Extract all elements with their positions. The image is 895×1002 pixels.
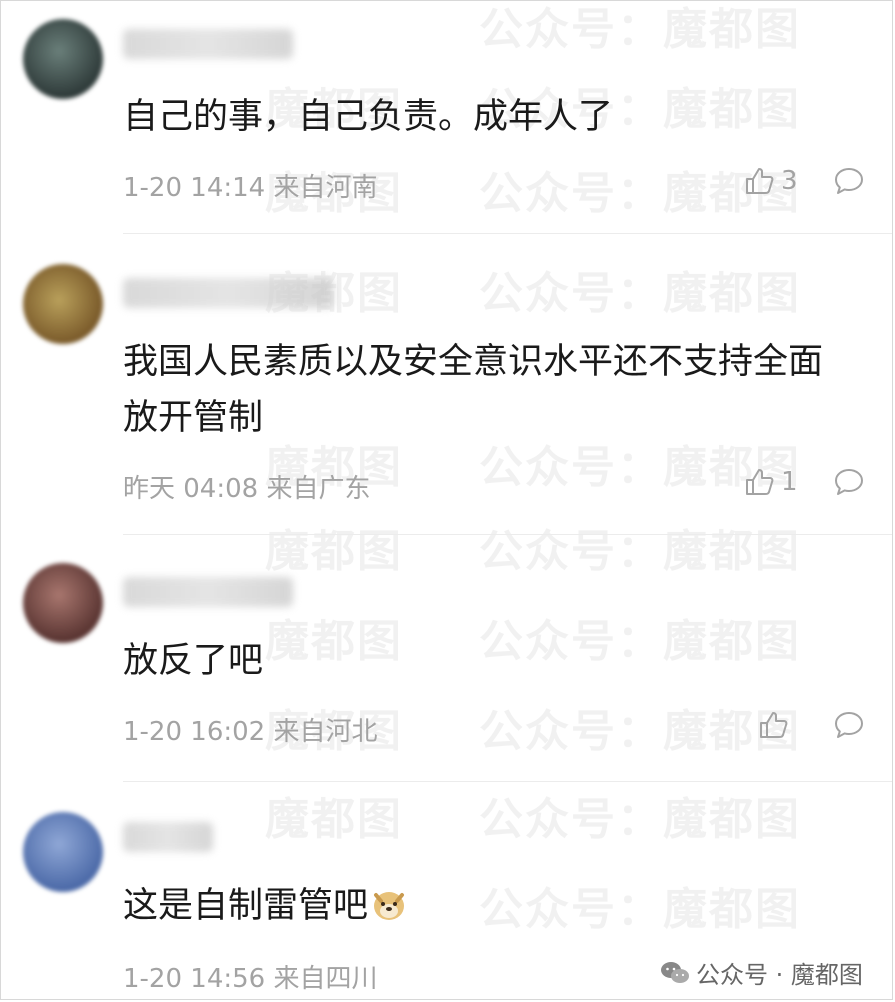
username-blurred[interactable] (123, 577, 293, 607)
footer-brand: 公众号 · 魔都图 (656, 955, 867, 990)
comment-list: 公众号：魔都图 魔都图 公众号：魔都图 公众号：魔都图 魔都图 魔都图 公众号：… (0, 0, 893, 1000)
comment-meta: 昨天 04:08 来自广东 (123, 468, 370, 505)
like-button[interactable]: 1 (743, 466, 798, 498)
comment-location: 来自广东 (266, 474, 371, 504)
footer-brand-text: 公众号 · 魔都图 (696, 961, 863, 989)
avatar[interactable] (23, 812, 103, 892)
username-blurred[interactable] (123, 822, 213, 852)
username-blurred[interactable] (123, 278, 333, 308)
comment-location: 来自河北 (273, 717, 378, 747)
like-button[interactable] (757, 709, 795, 741)
comment-bubble-icon (835, 712, 863, 738)
reply-button[interactable] (833, 709, 865, 745)
thumbs-up-icon (746, 469, 774, 495)
username-blurred[interactable] (123, 29, 293, 59)
comment-bubble-icon (835, 168, 863, 194)
comment-time: 1-20 14:56 (123, 964, 266, 994)
comment-text: 放反了吧 (123, 641, 264, 681)
thumbs-up-icon (746, 168, 774, 194)
comment-time: 1-20 14:14 (123, 173, 266, 203)
like-count: 3 (781, 166, 798, 196)
like-button[interactable]: 3 (743, 165, 798, 197)
avatar[interactable] (23, 563, 103, 643)
comment-text-content: 这是自制雷管吧 (123, 886, 369, 926)
comment-bubble-icon (835, 469, 863, 495)
comment-item: 自己的事，自己负责。成年人了 1-20 14:14 来自河南 3 (1, 1, 892, 241)
comment-location: 来自河南 (273, 173, 378, 203)
like-count: 1 (781, 467, 798, 497)
comment-meta: 1-20 16:02 来自河北 (123, 711, 377, 748)
comment-time: 1-20 16:02 (123, 717, 266, 747)
comment-text: 自己的事，自己负责。成年人了 (123, 97, 614, 137)
avatar[interactable] (23, 264, 103, 344)
thumbs-up-icon (760, 712, 788, 738)
comment-meta: 1-20 14:14 来自河南 (123, 167, 377, 204)
wechat-icon (661, 961, 689, 983)
comment-item: 放反了吧 1-20 16:02 来自河北 (1, 535, 892, 782)
doge-emoji-icon (370, 884, 408, 940)
reply-button[interactable] (833, 165, 865, 201)
comment-location: 来自四川 (273, 964, 378, 994)
comment-meta: 1-20 14:56 来自四川 (123, 958, 377, 995)
comment-item: 我国人民素质以及安全意识水平还不支持全面放开管制 昨天 04:08 来自广东 1 (1, 234, 892, 535)
avatar[interactable] (23, 19, 103, 99)
comment-time: 昨天 04:08 (123, 474, 259, 504)
reply-button[interactable] (833, 466, 865, 502)
comment-text: 这是自制雷管吧 (123, 878, 854, 940)
comment-text: 我国人民素质以及安全意识水平还不支持全面放开管制 (123, 342, 824, 438)
